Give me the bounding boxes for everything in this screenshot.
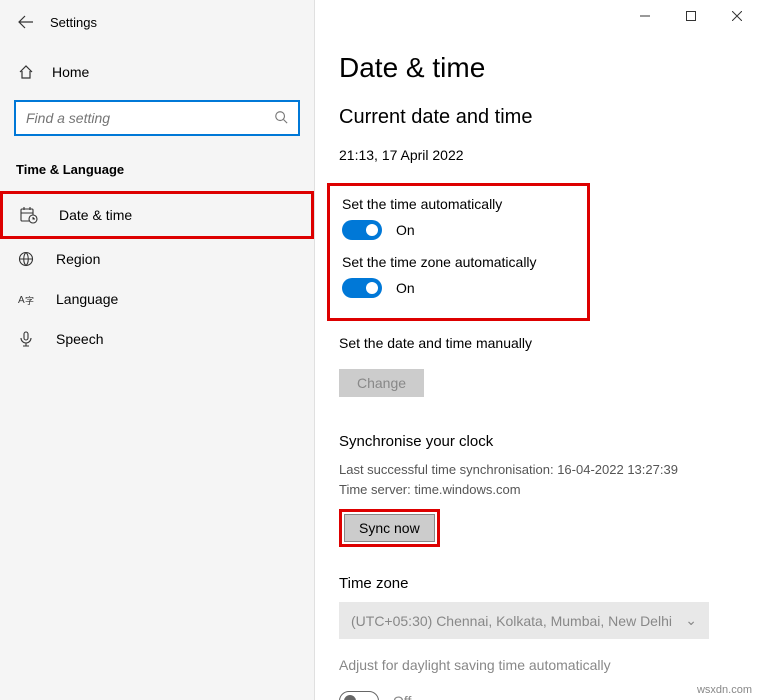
globe-icon	[16, 251, 36, 267]
minimize-button[interactable]	[622, 0, 668, 32]
sidebar-item-label: Region	[56, 251, 100, 267]
auto-tz-state: On	[396, 280, 415, 296]
watermark: wsxdn.com	[697, 684, 752, 696]
auto-tz-label: Set the time zone automatically	[342, 254, 575, 270]
sidebar: Settings Home Time & Language Date & tim…	[0, 0, 315, 700]
sync-last: Last successful time synchronisation: 16…	[339, 460, 736, 480]
back-arrow-icon	[18, 14, 34, 30]
svg-text:字: 字	[25, 295, 34, 306]
auto-time-toggle[interactable]	[342, 220, 382, 240]
calendar-clock-icon	[19, 206, 39, 224]
main-content: Date & time Current date and time 21:13,…	[315, 0, 760, 700]
window-title: Settings	[50, 15, 97, 30]
dst-state: Off	[393, 693, 411, 700]
sidebar-item-language[interactable]: A字 Language	[0, 279, 314, 319]
microphone-icon	[16, 331, 36, 347]
sync-server: Time server: time.windows.com	[339, 480, 736, 500]
highlight-box-auto: Set the time automatically On Set the ti…	[327, 183, 590, 321]
manual-label: Set the date and time manually	[339, 335, 736, 351]
dst-label: Adjust for daylight saving time automati…	[339, 657, 736, 673]
highlight-box-sync: Sync now	[339, 509, 440, 547]
close-button[interactable]	[714, 0, 760, 32]
search-icon	[274, 110, 288, 127]
sidebar-item-label: Language	[56, 291, 118, 307]
sync-now-button[interactable]: Sync now	[344, 514, 435, 542]
auto-time-label: Set the time automatically	[342, 196, 575, 212]
language-icon: A字	[16, 291, 36, 307]
section-current-title: Current date and time	[339, 106, 736, 129]
back-button[interactable]	[12, 8, 40, 36]
home-icon	[16, 64, 36, 80]
nav-home[interactable]: Home	[0, 54, 314, 90]
sidebar-item-date-time[interactable]: Date & time	[0, 191, 314, 239]
search-input[interactable]	[26, 110, 274, 126]
timezone-dropdown: (UTC+05:30) Chennai, Kolkata, Mumbai, Ne…	[339, 602, 709, 639]
dst-toggle	[339, 691, 379, 700]
svg-text:A: A	[18, 295, 25, 306]
titlebar: Settings	[0, 0, 314, 44]
sidebar-item-label: Speech	[56, 331, 103, 347]
sidebar-item-label: Date & time	[59, 207, 132, 223]
auto-time-state: On	[396, 222, 415, 238]
sidebar-item-region[interactable]: Region	[0, 239, 314, 279]
page-title: Date & time	[339, 52, 736, 84]
tz-title: Time zone	[339, 575, 736, 592]
auto-tz-toggle[interactable]	[342, 278, 382, 298]
chevron-down-icon: ⌄	[685, 612, 697, 629]
search-box[interactable]	[14, 100, 300, 136]
sidebar-item-speech[interactable]: Speech	[0, 319, 314, 359]
window-controls	[622, 0, 760, 32]
change-button[interactable]: Change	[339, 369, 424, 397]
sync-title: Synchronise your clock	[339, 433, 736, 450]
sidebar-category: Time & Language	[0, 154, 314, 191]
timezone-value: (UTC+05:30) Chennai, Kolkata, Mumbai, Ne…	[351, 613, 672, 629]
current-datetime: 21:13, 17 April 2022	[339, 147, 736, 163]
nav-home-label: Home	[52, 64, 89, 80]
maximize-button[interactable]	[668, 0, 714, 32]
